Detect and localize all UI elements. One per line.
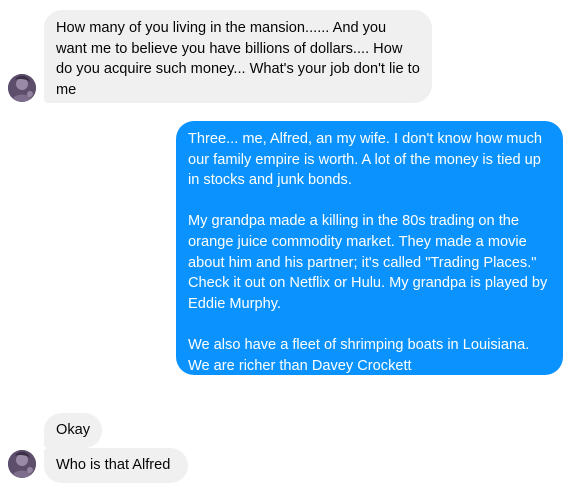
incoming-message-bubble[interactable]: Who is that Alfred [44, 448, 188, 483]
contact-avatar[interactable] [8, 450, 36, 478]
avatar-photo-icon [8, 74, 36, 102]
incoming-message-bubble[interactable]: Okay [44, 413, 102, 448]
avatar-photo-icon [8, 450, 36, 478]
outgoing-message-bubble[interactable]: Three... me, Alfred, an my wife. I don't… [176, 121, 563, 375]
incoming-message-bubble[interactable]: How many of you living in the mansion...… [44, 10, 432, 103]
contact-avatar[interactable] [8, 74, 36, 102]
